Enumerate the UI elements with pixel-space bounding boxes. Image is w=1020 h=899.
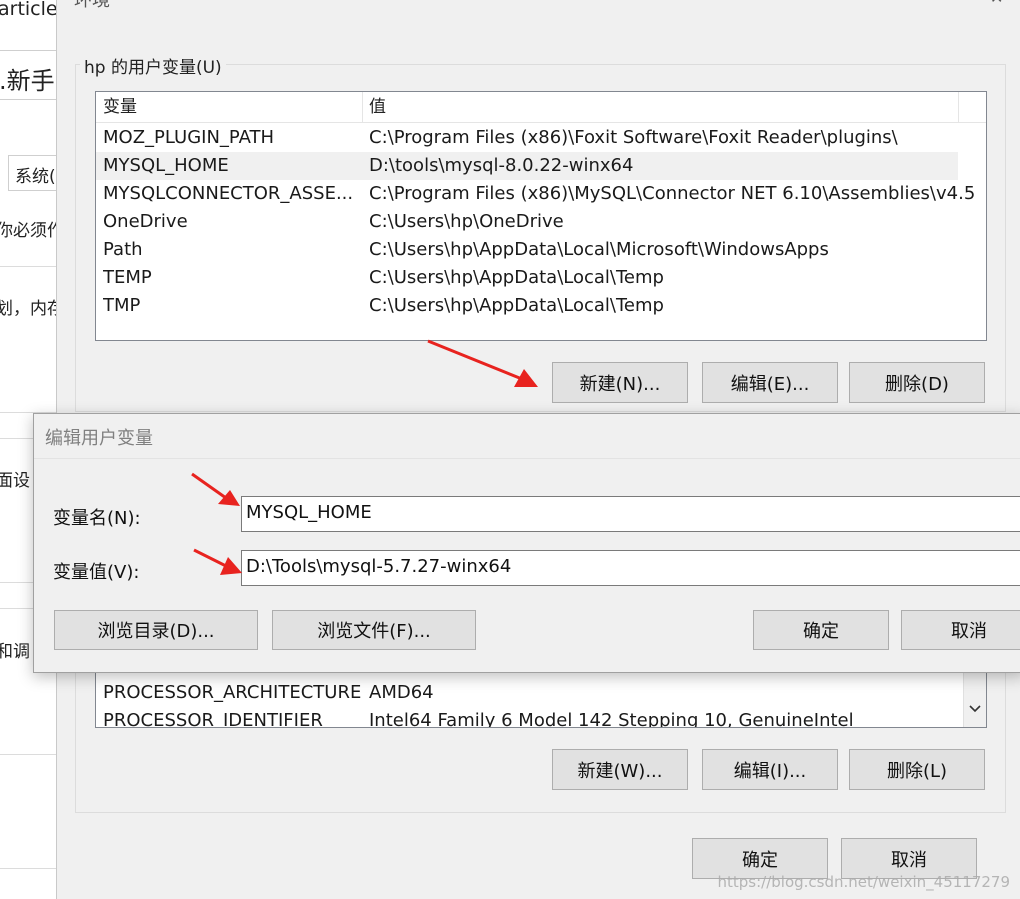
variable-name: MOZ_PLUGIN_PATH <box>103 127 275 148</box>
list-item[interactable]: OneDrive C:\Users\hp\OneDrive <box>96 208 958 236</box>
variable-value: AMD64 <box>369 682 434 703</box>
system-delete-button[interactable]: 删除(L) <box>849 749 985 790</box>
variable-value: C:\Users\hp\OneDrive <box>369 211 564 232</box>
system-edit-button[interactable]: 编辑(I)... <box>702 749 838 790</box>
edit-cancel-button[interactable]: 取消 <box>901 610 1020 650</box>
edit-dialog-title: 编辑用户变量 <box>45 428 153 449</box>
variable-name-input[interactable]: MYSQL_HOME <box>241 496 1020 532</box>
variable-name: OneDrive <box>103 211 188 232</box>
dialog-title: 环境 <box>74 0 110 11</box>
annotation-arrow-icon <box>427 339 538 387</box>
user-variables-label: hp 的用户变量(U) <box>80 53 226 78</box>
user-edit-button[interactable]: 编辑(E)... <box>702 362 838 403</box>
variable-name: MYSQL_HOME <box>103 155 229 176</box>
variable-name: MYSQLCONNECTOR_ASSE... <box>103 183 354 204</box>
list-item[interactable]: MYSQLCONNECTOR_ASSE... C:\Program Files … <box>96 180 975 208</box>
list-item[interactable]: PROCESSOR_IDENTIFIER Intel64 Family 6 Mo… <box>96 707 958 728</box>
user-variables-list[interactable]: 变量 值 MOZ_PLUGIN_PATH C:\Program Files (x… <box>95 91 987 341</box>
bg-divider <box>0 868 56 869</box>
bg-input: .新手 <box>0 50 56 100</box>
bg-text-must: 你必须作 <box>0 221 56 241</box>
variable-value: Intel64 Family 6 Model 142 Stepping 10, … <box>369 710 854 728</box>
column-header-variable[interactable]: 变量 <box>103 92 137 122</box>
edit-user-variable-dialog: 编辑用户变量 变量名(N): MYSQL_HOME 变量值(V): D:\Too… <box>33 413 1020 673</box>
variable-value: C:\Program Files (x86)\MySQL\Connector N… <box>369 183 976 204</box>
column-header-value[interactable]: 值 <box>369 92 386 122</box>
variable-value: C:\Users\hp\AppData\Local\Microsoft\Wind… <box>369 239 829 260</box>
list-item[interactable]: Path C:\Users\hp\AppData\Local\Microsoft… <box>96 236 958 264</box>
variable-name: Path <box>103 239 143 260</box>
system-new-button[interactable]: 新建(W)... <box>552 749 688 790</box>
user-delete-button[interactable]: 删除(D) <box>849 362 985 403</box>
bg-text-plan: 划，内存 <box>0 299 56 319</box>
variable-value-input[interactable]: D:\Tools\mysql-5.7.27-winx64 <box>241 550 1020 586</box>
variable-name-label: 变量名(N): <box>53 508 141 529</box>
close-icon[interactable]: ✕ <box>990 0 1003 7</box>
user-new-button[interactable]: 新建(N)... <box>552 362 688 403</box>
variable-name: PROCESSOR_ARCHITECTURE <box>103 682 361 703</box>
variable-name: PROCESSOR_IDENTIFIER <box>103 710 323 728</box>
list-item[interactable]: PROCESSOR_ARCHITECTURE AMD64 <box>96 679 958 707</box>
variable-value: C:\Users\hp\AppData\Local\Temp <box>369 295 664 316</box>
browse-directory-button[interactable]: 浏览目录(D)... <box>54 610 258 650</box>
list-header: 变量 值 <box>96 92 986 123</box>
title-divider <box>34 458 1020 459</box>
column-separator <box>362 92 363 122</box>
annotation-arrow-icon <box>191 472 240 506</box>
list-item[interactable]: TEMP C:\Users\hp\AppData\Local\Temp <box>96 264 958 292</box>
bg-divider <box>0 266 56 267</box>
bg-text-face: 面设 <box>0 471 30 491</box>
variable-value-label: 变量值(V): <box>53 562 140 583</box>
edit-ok-button[interactable]: 确定 <box>753 610 889 650</box>
bg-divider <box>0 754 56 755</box>
bg-tab: 系统( <box>8 155 56 191</box>
list-item-selected[interactable]: MYSQL_HOME D:\tools\mysql-8.0.22-winx64 <box>96 152 958 180</box>
list-item[interactable]: MOZ_PLUGIN_PATH C:\Program Files (x86)\F… <box>96 124 958 152</box>
variable-name: TMP <box>103 295 141 316</box>
annotation-arrow-icon <box>193 548 242 575</box>
list-item[interactable]: TMP C:\Users\hp\AppData\Local\Temp <box>96 292 958 320</box>
bg-text-article: article <box>0 0 56 20</box>
variable-value: D:\tools\mysql-8.0.22-winx64 <box>369 155 634 176</box>
watermark-text: https://blog.csdn.net/weixin_45117279 <box>717 873 1010 891</box>
column-separator <box>958 92 959 122</box>
browse-file-button[interactable]: 浏览文件(F)... <box>272 610 476 650</box>
bg-text-and: 和调 <box>0 642 30 662</box>
chevron-down-icon[interactable] <box>969 705 981 713</box>
variable-value: C:\Users\hp\AppData\Local\Temp <box>369 267 664 288</box>
variable-name: TEMP <box>103 267 152 288</box>
variable-value: C:\Program Files (x86)\Foxit Software\Fo… <box>369 127 898 148</box>
